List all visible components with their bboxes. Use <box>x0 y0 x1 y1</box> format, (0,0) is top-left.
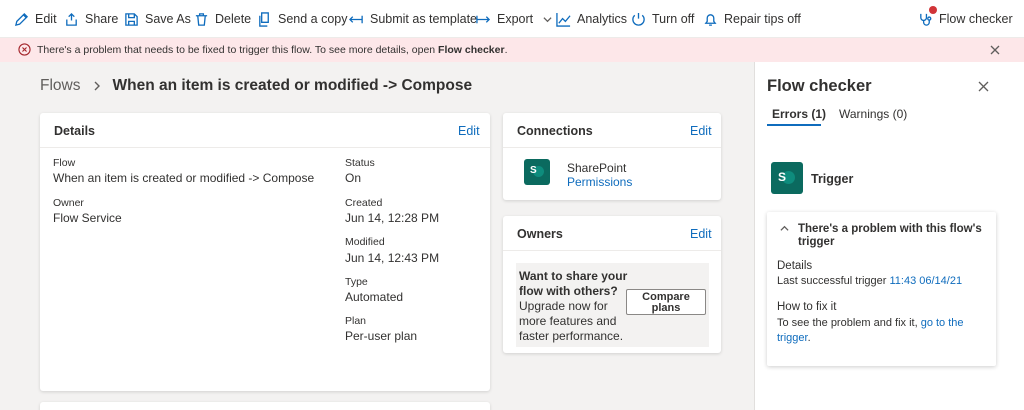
trigger-label: Trigger <box>811 172 854 186</box>
banner-message: There's a problem that needs to be fixed… <box>37 44 508 56</box>
last-trigger-text: Last successful trigger 11:43 06/14/21 <box>777 274 987 289</box>
type-label: Type <box>345 276 368 288</box>
send-copy-button[interactable]: Send a copy <box>257 0 348 38</box>
divider <box>503 250 721 251</box>
chevron-up-icon[interactable] <box>780 224 789 233</box>
copy-icon <box>259 11 269 27</box>
turn-off-button[interactable]: Turn off <box>631 0 694 38</box>
details-card: Details Edit Flow When an item is create… <box>40 113 490 391</box>
status-label: Status <box>345 157 375 169</box>
flow-checker-title: Flow checker <box>767 77 872 95</box>
plan-label: Plan <box>345 315 367 327</box>
banner-link[interactable]: Flow checker <box>438 44 505 56</box>
repair-tips-label: Repair tips off <box>724 12 801 26</box>
pencil-icon <box>14 12 29 26</box>
power-icon <box>632 12 645 26</box>
breadcrumb: Flows When an item is created or modifie… <box>40 77 472 95</box>
plan-value: Per-user plan <box>345 329 418 343</box>
connections-card: Connections Edit SharePoint Permissions <box>503 113 721 200</box>
send-copy-label: Send a copy <box>278 12 348 26</box>
problem-card: There's a problem with this flow's trigg… <box>767 212 996 366</box>
submit-template-label: Submit as template <box>370 12 477 26</box>
bell-icon <box>704 13 717 26</box>
close-icon[interactable] <box>978 81 989 92</box>
divider <box>503 147 721 148</box>
status-value: On <box>345 171 362 185</box>
share-icon <box>66 12 77 26</box>
last-trigger-link[interactable]: 11:43 06/14/21 <box>890 275 963 287</box>
edit-button[interactable]: Edit <box>14 0 57 38</box>
page-title: When an item is created or modified -> C… <box>112 77 473 94</box>
modified-label: Modified <box>345 236 385 248</box>
turn-off-label: Turn off <box>652 12 695 26</box>
tab-warnings[interactable]: Warnings (0) <box>839 107 907 121</box>
owners-title: Owners <box>517 227 563 241</box>
owner-label: Owner <box>53 197 84 209</box>
upgrade-promo: Want to share your flow with others? Upg… <box>516 263 709 347</box>
compare-plans-button[interactable]: Compare plans <box>626 289 706 315</box>
sharepoint-icon <box>771 162 803 194</box>
flow-label: Flow <box>53 157 76 169</box>
active-tab-indicator <box>767 124 821 126</box>
save-as-icon <box>125 12 138 26</box>
promo-text: Want to share your flow with others? Upg… <box>519 269 629 344</box>
details-heading: Details <box>777 260 813 272</box>
type-value: Automated <box>345 290 404 304</box>
notification-dot <box>929 6 937 14</box>
chevron-down-icon <box>543 16 552 22</box>
banner-trailing: . <box>504 44 508 56</box>
submit-template-button[interactable]: Submit as template <box>349 0 477 38</box>
repair-tips-button[interactable]: Repair tips off <box>703 0 801 38</box>
flow-checker-label: Flow checker <box>939 12 1013 26</box>
problem-title: There's a problem with this flow's trigg… <box>798 223 982 248</box>
analytics-label: Analytics <box>577 12 628 26</box>
howto-heading: How to fix it <box>777 301 837 313</box>
export-icon <box>476 15 491 23</box>
chevron-right-icon <box>94 81 101 91</box>
flow-value: When an item is created or modified -> C… <box>53 171 315 185</box>
owners-card: Owners Edit Want to share your flow with… <box>503 216 721 353</box>
export-label: Export <box>497 12 534 26</box>
share-label: Share <box>85 12 119 26</box>
run-history-card <box>40 402 490 410</box>
divider <box>40 147 490 148</box>
created-label: Created <box>345 197 383 209</box>
save-as-label: Save As <box>145 12 191 26</box>
close-icon[interactable] <box>990 45 1000 55</box>
delete-label: Delete <box>215 12 252 26</box>
owners-edit-link[interactable]: Edit <box>690 227 712 241</box>
connections-edit-link[interactable]: Edit <box>690 124 712 138</box>
details-edit-link[interactable]: Edit <box>458 124 480 138</box>
promo-bold: Want to share your flow with others? <box>519 269 628 298</box>
analytics-icon <box>556 12 571 27</box>
promo-body: Upgrade now for more features and faster… <box>519 299 624 343</box>
tab-errors[interactable]: Errors (1) <box>772 107 826 121</box>
trash-icon <box>195 12 208 26</box>
delete-button[interactable]: Delete <box>194 0 251 38</box>
howto-text: To see the problem and fix it, go to the… <box>777 316 987 346</box>
flow-checker-panel: Flow checker Errors (1) Warnings (0) Tri… <box>754 62 1024 410</box>
error-banner: There's a problem that needs to be fixed… <box>0 38 1024 62</box>
submit-template-icon <box>349 15 363 23</box>
export-button[interactable]: Export <box>476 0 552 38</box>
banner-text: There's a problem that needs to be fixed… <box>37 44 436 56</box>
owner-value: Flow Service <box>53 211 122 225</box>
howto-trailing: . <box>807 332 811 344</box>
created-value: Jun 14, 12:28 PM <box>345 211 440 225</box>
modified-value: Jun 14, 12:43 PM <box>345 251 440 265</box>
connection-name: SharePoint <box>567 161 627 175</box>
breadcrumb-flows[interactable]: Flows <box>40 77 80 95</box>
permissions-link[interactable]: Permissions <box>567 175 632 189</box>
analytics-button[interactable]: Analytics <box>556 0 627 38</box>
howto-body: To see the problem and fix it, <box>777 317 918 329</box>
share-button[interactable]: Share <box>64 0 118 38</box>
command-bar: Edit Share Save As Delete Send a copy Su… <box>0 0 1024 38</box>
last-trigger-label: Last successful trigger <box>777 275 887 287</box>
details-title: Details <box>54 124 95 138</box>
connections-title: Connections <box>517 124 593 138</box>
edit-label: Edit <box>35 12 57 26</box>
save-as-button[interactable]: Save As <box>124 0 191 38</box>
sharepoint-icon <box>524 159 550 185</box>
error-circle-icon <box>18 43 31 56</box>
